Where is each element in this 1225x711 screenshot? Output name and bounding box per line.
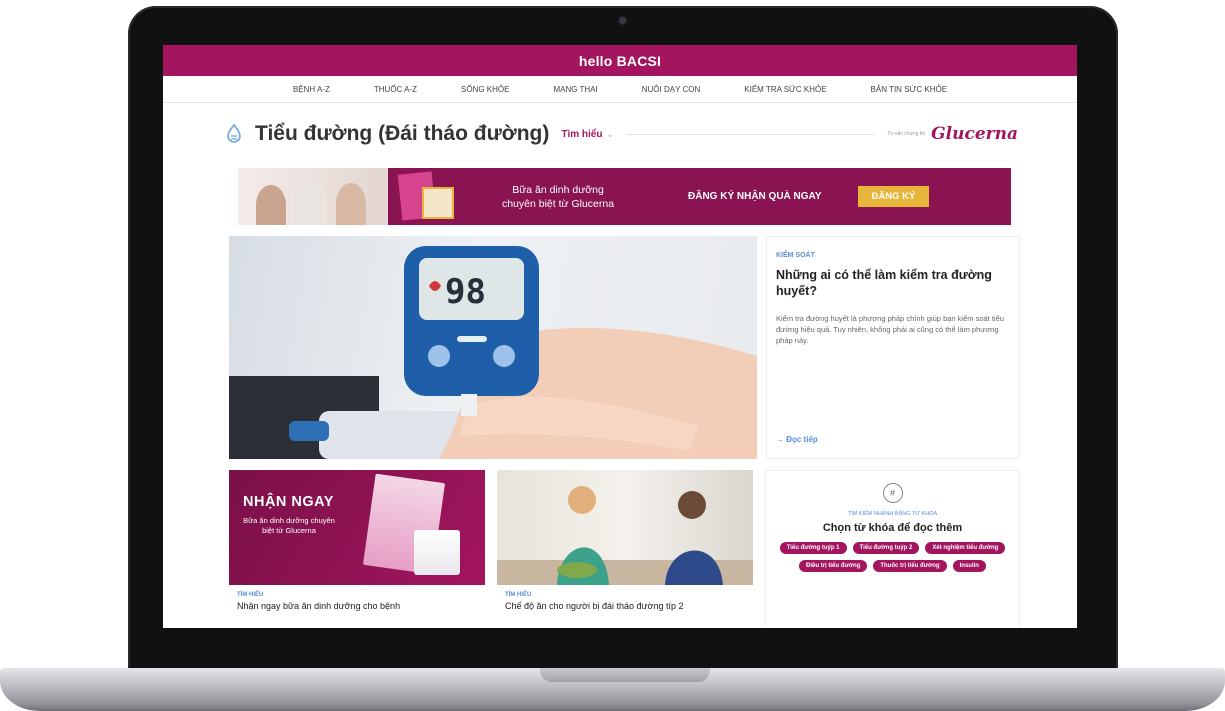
- tag-insulin[interactable]: Insulin: [952, 560, 986, 572]
- browser-screen: hello BACSI BỆNH A-Z THUỐC A-Z SỐNG KHỎE…: [163, 45, 1077, 628]
- promo-banner[interactable]: Bữa ăn dinh dưỡng chuyên biệt từ Glucern…: [238, 168, 1011, 225]
- blood-drop-icon: [223, 123, 245, 145]
- nav-item-song-khoe[interactable]: SỐNG KHỎE: [439, 85, 531, 94]
- sponsor-text: Tư vấn chứng tin: [887, 131, 926, 137]
- divider: [626, 133, 876, 135]
- learn-label: Tìm hiểu: [561, 128, 603, 140]
- chevron-down-icon: ⌄: [606, 128, 615, 139]
- card-category[interactable]: TÌM HIỂU: [237, 592, 485, 598]
- nav-item-ban-tin[interactable]: BẢN TIN SỨC KHỎE: [849, 85, 969, 94]
- banner-cta: ĐĂNG KÝ NHẬN QUÀ NGAY: [688, 191, 822, 202]
- keyword-label: TÌM KIẾM NHANH BẰNG TỪ KHÓA: [847, 511, 938, 517]
- card-title[interactable]: Chế độ ăn cho người bị đái tháo đường tí…: [505, 601, 753, 611]
- product-can-image: [414, 530, 460, 575]
- article-description: Kiểm tra đường huyết là phương pháp chín…: [776, 314, 1004, 345]
- laptop-mockup: hello BACSI BỆNH A-Z THUỐC A-Z SỐNG KHỎE…: [0, 0, 1225, 711]
- camera-icon: [619, 17, 626, 24]
- site-logo[interactable]: hello BACSI: [579, 53, 661, 69]
- nav-item-mang-thai[interactable]: MANG THAI: [531, 85, 619, 94]
- keyword-title: Chọn từ khóa để đọc thêm: [822, 522, 963, 534]
- nav-item-kiem-tra[interactable]: KIỂM TRA SỨC KHỎE: [722, 85, 848, 94]
- tag-tieu-duong-tuyp-2[interactable]: Tiểu đường tuýp 2: [852, 542, 920, 554]
- keyword-search-panel: # TÌM KIẾM NHANH BẰNG TỪ KHÓA Chọn từ kh…: [765, 470, 1020, 628]
- register-button[interactable]: ĐĂNG KÝ: [857, 186, 930, 207]
- product-pack-image: [396, 170, 458, 221]
- card-title[interactable]: Nhận ngay bữa ăn dinh dưỡng cho bệnh: [237, 601, 485, 611]
- sponsor-logo[interactable]: Glucerna: [931, 124, 1018, 144]
- banner-text-line1: Bữa ăn dinh dưỡng: [512, 183, 604, 196]
- banner-photo: [238, 168, 388, 225]
- nav-item-benh[interactable]: BỆNH A-Z: [271, 85, 352, 94]
- hero-image[interactable]: 98: [229, 236, 757, 459]
- tag-tieu-duong-tuyp-1[interactable]: Tiểu đường tuýp 1: [779, 542, 847, 554]
- read-more-link[interactable]: → Đọc tiếp: [776, 435, 818, 444]
- keyword-tags: Tiểu đường tuýp 1 Tiểu đường tuýp 2 Xét …: [778, 542, 1008, 572]
- promo-card-image: NHẬN NGAY Bữa ăn dinh dưỡng chuyên biệt …: [229, 470, 485, 585]
- tag-dieu-tri[interactable]: Điều trị tiểu đường: [799, 560, 868, 572]
- meter-reading: 98: [445, 272, 486, 312]
- tag-thuoc-tri[interactable]: Thuốc trị tiểu đường: [873, 560, 947, 572]
- tag-xet-nghiem[interactable]: Xét nghiệm tiểu đường: [925, 542, 1006, 554]
- main-nav: BỆNH A-Z THUỐC A-Z SỐNG KHỎE MANG THAI N…: [163, 76, 1077, 103]
- site-header: hello BACSI: [163, 45, 1077, 76]
- learn-dropdown[interactable]: Tìm hiểu ⌄: [561, 129, 614, 140]
- laptop-notch: [540, 668, 710, 682]
- promo-subtext: Bữa ăn dinh dưỡng chuyên biệt từ Glucern…: [243, 516, 335, 535]
- promo-article-card[interactable]: NHẬN NGAY Bữa ăn dinh dưỡng chuyên biệt …: [229, 470, 485, 628]
- card-photo: [497, 470, 753, 585]
- featured-article[interactable]: KIỂM SOÁT Những ai có thể làm kiểm tra đ…: [766, 236, 1020, 459]
- promo-headline: NHẬN NGAY: [243, 494, 334, 510]
- glucose-meter-illustration: [229, 246, 757, 459]
- card-category[interactable]: TÌM HIỂU: [505, 592, 753, 598]
- article-card[interactable]: TÌM HIỂU Chế độ ăn cho người bị đái tháo…: [497, 470, 753, 628]
- nav-item-thuoc[interactable]: THUỐC A-Z: [352, 85, 439, 94]
- category-header: Tiểu đường (Đái tháo đường) Tìm hiểu ⌄ Tư…: [223, 117, 1018, 151]
- page-title: Tiểu đường (Đái tháo đường): [255, 122, 550, 145]
- article-category[interactable]: KIỂM SOÁT: [776, 252, 815, 259]
- hashtag-icon: #: [882, 483, 903, 503]
- article-title[interactable]: Những ai có thể làm kiểm tra đường huyết…: [776, 267, 1012, 299]
- banner-text: Bữa ăn dinh dưỡng chuyên biệt từ Glucern…: [458, 183, 658, 211]
- nav-item-nuoi-day-con[interactable]: NUÔI DẠY CON: [620, 85, 723, 94]
- banner-text-line2: chuyên biệt từ Glucerna: [501, 197, 615, 210]
